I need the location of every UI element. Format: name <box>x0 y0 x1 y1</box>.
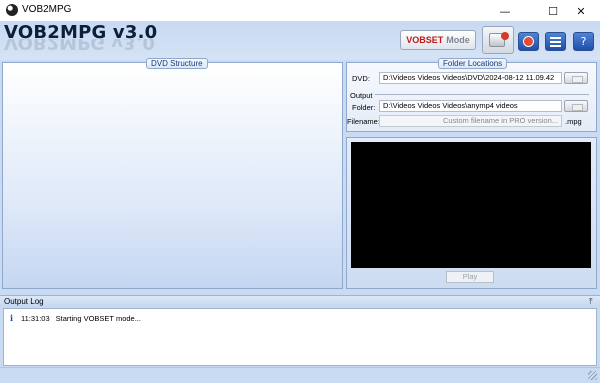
output-log-header: Output Log ⤒ <box>0 295 600 307</box>
log-entry: i 11:31:03 Starting VOBSET mode... <box>10 313 141 324</box>
maximize-icon: ☐ <box>548 4 558 18</box>
info-icon: i <box>10 313 14 323</box>
extension-label: .mpg <box>565 117 582 126</box>
list-button[interactable] <box>545 32 566 51</box>
app-logo-reflection: VOB2MPG v3.0 <box>4 39 155 53</box>
disc-tool-button[interactable] <box>482 26 514 54</box>
app-header: VOB2MPG v3.0 VOB2MPG v3.0 VOBSET Mode ? <box>0 22 600 60</box>
close-icon: ✕ <box>576 4 586 18</box>
output-folder-field[interactable]: D:\Videos Videos Videos\anymp4 videos <box>379 100 562 112</box>
list-icon <box>550 36 561 47</box>
filename-input[interactable]: Custom filename in PRO version... <box>379 115 562 127</box>
dvd-structure-title: DVD Structure <box>146 58 208 69</box>
output-separator <box>375 94 589 95</box>
dvd-path-field[interactable]: D:\Videos Videos Videos\DVD\2024-08-12 1… <box>379 72 562 84</box>
output-log[interactable]: i 11:31:03 Starting VOBSET mode... <box>3 308 597 366</box>
filename-label: Filename: <box>347 117 380 126</box>
dvd-label: DVD: <box>352 74 370 83</box>
mode-label: Mode <box>446 35 470 45</box>
help-icon: ? <box>580 35 587 48</box>
resize-grip[interactable] <box>588 371 597 380</box>
dvd-browse-button[interactable] <box>564 72 588 84</box>
dvd-structure-panel[interactable]: DVD Structure <box>2 58 343 289</box>
close-button[interactable]: ✕ <box>562 0 600 22</box>
window-title: VOB2MPG <box>22 4 72 15</box>
title-bar: VOB2MPG — ☐ ✕ <box>0 0 600 22</box>
help-button[interactable]: ? <box>573 32 594 51</box>
folder-locations-title: Folder Locations <box>438 58 508 69</box>
log-time: 11:31:03 <box>21 314 50 323</box>
disc-badge-icon <box>501 32 509 40</box>
vobset-mode-button[interactable]: VOBSET Mode <box>400 30 476 50</box>
status-bar <box>0 367 600 383</box>
vobset-label: VOBSET <box>406 35 444 45</box>
play-button[interactable]: Play <box>446 271 494 283</box>
video-preview-screen <box>351 142 591 268</box>
minimize-button[interactable]: — <box>486 0 524 22</box>
stop-button[interactable] <box>518 32 539 51</box>
app-icon <box>6 4 18 16</box>
output-log-title: Output Log <box>4 297 44 306</box>
output-browse-button[interactable] <box>564 100 588 112</box>
pin-icon[interactable]: ⤒ <box>589 297 593 307</box>
log-message: Starting VOBSET mode... <box>55 314 141 323</box>
minimize-icon: — <box>499 4 511 18</box>
folder-label: Folder: <box>352 103 376 112</box>
stop-icon <box>523 36 534 47</box>
output-label: Output <box>350 91 373 100</box>
